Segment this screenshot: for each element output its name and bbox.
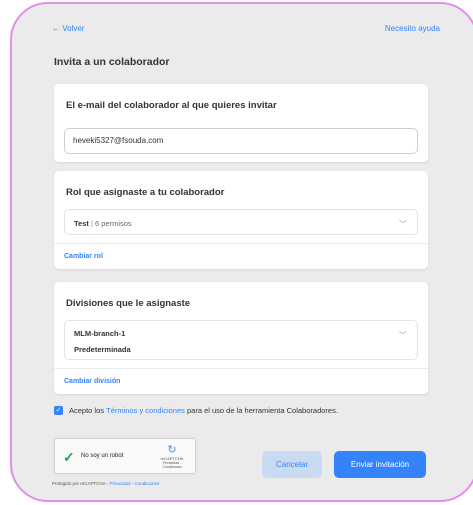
recaptcha-logo: ↻ reCAPTCHA Privacidad - Condiciones <box>157 444 187 469</box>
modal-frame: ← Volver Necesito ayuda Invita a un cola… <box>10 2 473 502</box>
divisions-card: Divisiones que le asignaste MLM-branch-1… <box>54 282 428 394</box>
divisions-select[interactable]: MLM-branch-1 Predeterminada ﹀ <box>64 320 418 360</box>
conditions-link[interactable]: Condiciones <box>135 481 160 486</box>
role-permissions: 6 permisos <box>95 219 132 228</box>
terms-prefix: Acepto los <box>69 406 107 415</box>
recaptcha-widget[interactable]: ✓ No soy un robot ↻ reCAPTCHA Privacidad… <box>54 438 196 474</box>
send-invitation-button[interactable]: Enviar invitación <box>334 451 426 478</box>
role-name: Test <box>74 219 89 228</box>
back-link[interactable]: ← Volver <box>52 24 84 33</box>
division-item: Predeterminada <box>74 345 131 354</box>
recaptcha-footer: Protegido por reCAPTCHA - Privacidad - C… <box>52 481 159 486</box>
role-select[interactable]: Test | 6 permisos ﹀ <box>64 209 418 235</box>
email-card-title: El e-mail del colaborador al que quieres… <box>66 100 277 111</box>
role-card-divider <box>54 243 428 244</box>
role-card: Rol que asignaste a tu colaborador Test … <box>54 171 428 269</box>
help-link[interactable]: Necesito ayuda <box>385 24 440 33</box>
privacy-link[interactable]: Privacidad <box>110 481 131 486</box>
recaptcha-links: Privacidad - Condiciones <box>162 461 182 469</box>
top-nav: ← Volver Necesito ayuda <box>52 24 440 33</box>
page-title: Invita a un colaborador <box>54 56 170 68</box>
recaptcha-icon: ↻ <box>167 444 177 456</box>
role-card-title: Rol que asignaste a tu colaborador <box>66 187 225 198</box>
terms-suffix: para el uso de la herramienta Colaborado… <box>184 406 338 415</box>
change-role-link[interactable]: Cambiar rol <box>64 253 103 260</box>
terms-row: ✓ Acepto los Términos y condiciones para… <box>54 406 338 415</box>
chevron-down-icon: ﹀ <box>399 331 407 340</box>
chevron-down-icon: ﹀ <box>399 220 407 229</box>
email-input[interactable]: heveki5327@fsouda.com <box>64 128 418 154</box>
divisions-card-divider <box>54 368 428 369</box>
check-icon: ✓ <box>63 449 75 465</box>
divisions-card-title: Divisiones que le asignaste <box>66 298 191 309</box>
change-division-link[interactable]: Cambiar división <box>64 378 120 385</box>
terms-checkbox[interactable]: ✓ <box>54 406 63 415</box>
email-card: El e-mail del colaborador al que quieres… <box>54 84 428 162</box>
cancel-button[interactable]: Cancelar <box>262 451 322 478</box>
division-item: MLM-branch-1 <box>74 329 126 338</box>
recaptcha-label: No soy un robot <box>81 453 124 459</box>
protected-text: Protegido por reCAPTCHA - <box>52 481 110 486</box>
terms-link[interactable]: Términos y condiciones <box>106 406 185 415</box>
